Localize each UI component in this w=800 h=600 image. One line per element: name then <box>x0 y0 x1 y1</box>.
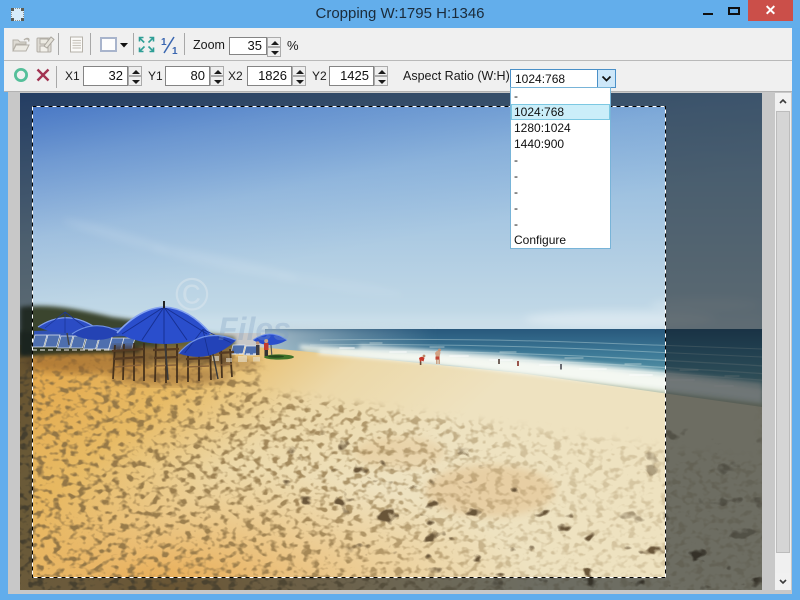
svg-text:1: 1 <box>172 46 178 55</box>
svg-text:©: © <box>175 268 209 320</box>
svg-text:1: 1 <box>161 37 167 48</box>
svg-text:Files: Files <box>218 311 291 347</box>
